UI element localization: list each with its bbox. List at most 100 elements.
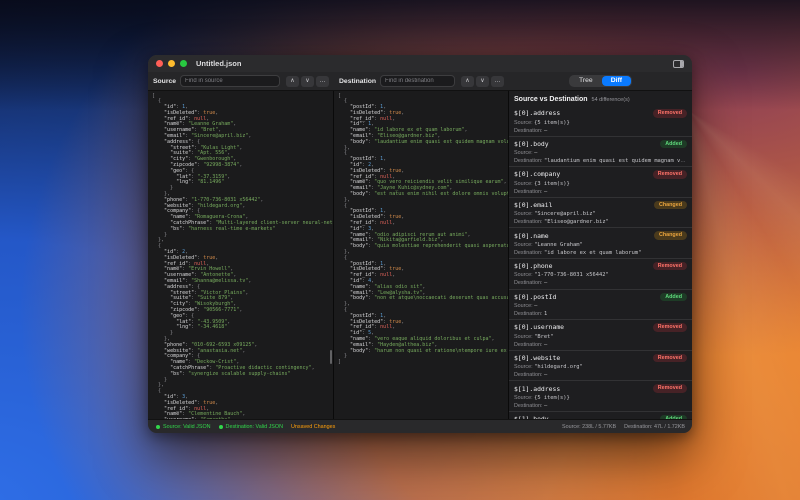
diff-row[interactable]: $[0].body AddedSource: — Destination: "lau… [509,137,692,168]
minimize-button[interactable] [168,60,175,67]
diff-source-line: Source: "Sincere@april.biz" [514,211,687,217]
diff-path: $[0].body [514,140,549,148]
diff-row[interactable]: $[0].addressRemovedSource: {5 item(s)}De… [509,106,692,137]
window-title: Untitled.json [196,59,241,68]
diff-row[interactable]: $[0].company Removed Source: {3 item(s)} De… [509,167,692,198]
diff-source-line: Source: — [514,303,687,309]
destination-editor[interactable]: [ { "postId": 1, "isDeleted": true, "ref… [334,91,509,419]
diff-destination-line: Destination: — [514,403,687,409]
source-valid-label: Source: Valid JSON [163,424,211,430]
diff-badge: Removed [653,384,687,393]
destination-find-prev-button[interactable]: ∧ [461,76,474,87]
code-line: "body": "est natus enim nihil est dolore… [338,192,508,198]
diff-destination-line: Destination: "Eliseo@gardner.biz" [514,219,687,225]
diff-source-line: Source: — [514,150,687,156]
diff-source-line: Source: "Leanne Graham" [514,242,687,248]
diff-count: 54 difference(s) [592,97,630,103]
diff-path: $[0].postId [514,293,556,301]
destination-find-options-button[interactable]: … [491,76,504,87]
destination-panel-label: Destination [339,78,376,85]
traffic-lights [156,60,187,67]
diff-row[interactable]: $[0].email ChangedSource: "Sincere@april.… [509,198,692,229]
toolbar: Source ∧ ∨ … Destination ∧ ∨ … Tree Diff [148,72,692,91]
diff-row[interactable]: $[0].websiteRemovedSource: "hildegard.or… [509,351,692,382]
diff-source-line: Source: {5 item(s)} [514,395,687,401]
diff-source-line: Source: "1-770-736-8031 x56442" [514,272,687,278]
unsaved-changes-label: Unsaved Changes [291,424,335,430]
diff-row[interactable]: $[0].username Removed Source: "Bret" Destin… [509,320,692,351]
status-bar: Source: Valid JSON Destination: Valid JS… [148,419,692,433]
diff-destination-line: Destination: — [514,372,687,378]
source-valid-status: Source: Valid JSON [156,424,211,430]
diff-row[interactable]: $[1].address Removed Source: {5 item(s)} De… [509,381,692,412]
source-panel-label: Source [153,78,176,85]
destination-valid-status: Destination: Valid JSON [219,424,283,430]
diff-path: $[0].address [514,109,560,117]
diff-header: Source vs Destination 54 difference(s) [509,91,692,106]
app-window: Untitled.json Source ∧ ∨ … Destination ∧… [148,55,692,433]
diff-title: Source vs Destination [514,96,588,103]
view-toggle: Tree Diff [569,75,632,87]
destination-find-input[interactable] [380,75,455,87]
code-line: "body": "non et atque\noccaecati deserun… [338,296,508,302]
destination-toolbar: Destination ∧ ∨ … [334,72,509,90]
code-line: "body": "quia molestiae reprehenderit qu… [338,244,508,250]
diff-destination-line: Destination: — [514,342,687,348]
zoom-button[interactable] [180,60,187,67]
diff-row[interactable]: $[1].bodyAddedSource: Destination: [509,412,692,419]
diff-badge: Added [660,140,687,149]
source-find-prev-button[interactable]: ∧ [286,76,299,87]
diff-path: $[0].email [514,201,552,209]
diff-path: $[0].phone [514,262,552,270]
destination-valid-dot-icon [219,425,223,429]
diff-list[interactable]: $[0].address Removed Source: {5 item(s)} De… [509,106,692,419]
diff-badge: Removed [653,354,687,363]
code-line: "username": "Samantha", [152,418,333,419]
diff-source-line: Source: "hildegard.org" [514,364,687,370]
tab-tree[interactable]: Tree [570,76,602,86]
source-scrollbar-thumb[interactable] [330,350,332,364]
diff-destination-line: Destination: — [514,280,687,286]
diff-path: $[0].company [514,170,560,178]
diff-source-line: Source: {3 item(s)} [514,181,687,187]
code-line: ] [338,360,508,366]
code-line: "body": "harum non quasi et ratione\ntem… [338,349,508,355]
destination-find-next-button[interactable]: ∨ [476,76,489,87]
diff-path: $[1].address [514,385,560,393]
source-editor[interactable]: [ { "id": 1, "isDeleted": true, "ref_id"… [148,91,334,419]
source-find-next-button[interactable]: ∨ [301,76,314,87]
diff-path: $[0].username [514,323,564,331]
diff-row[interactable]: $[0].postId AddedSource: — Destination: 1 [509,290,692,321]
sidebar-toggle-icon[interactable] [673,60,684,68]
diff-badge: Added [660,293,687,302]
source-find-options-button[interactable]: … [316,76,329,87]
source-find-input[interactable] [180,75,280,87]
diff-destination-line: Destination: "laudantium enim quasi est … [514,158,687,164]
diff-badge: Changed [654,201,687,210]
source-stats-label: Source: 238L / 5.77KB [562,424,616,430]
view-toggle-area: Tree Diff [509,72,692,90]
diff-path: $[0].name [514,232,549,240]
diff-destination-line: Destination: — [514,128,687,134]
diff-badge: Removed [653,262,687,271]
diff-badge: Removed [653,323,687,332]
diff-row[interactable]: $[0].name Changed Source: "Leanne Graham" D… [509,228,692,259]
document-stats: Source: 238L / 5.77KB Destination: 47L /… [562,424,692,430]
diff-row[interactable]: $[0].phone RemovedSource: "1-770-736-8031… [509,259,692,290]
diff-source-line: Source: "Bret" [514,334,687,340]
code-line: "body": "laudantium enim quasi est quide… [338,140,508,146]
diff-panel: Source vs Destination 54 difference(s) $… [509,91,692,419]
diff-destination-line: Destination: — [514,189,687,195]
close-button[interactable] [156,60,163,67]
diff-destination-line: Destination: 1 [514,311,687,317]
diff-badge: Changed [654,231,687,240]
title-bar: Untitled.json [148,55,692,72]
diff-badge: Removed [653,170,687,179]
diff-destination-line: Destination: "id labore ex et quam labor… [514,250,687,256]
diff-badge: Removed [653,109,687,118]
source-toolbar: Source ∧ ∨ … [148,72,334,90]
destination-stats-label: Destination: 47L / 1.72KB [624,424,685,430]
main-area: [ { "id": 1, "isDeleted": true, "ref_id"… [148,91,692,419]
tab-diff[interactable]: Diff [602,76,631,86]
destination-valid-label: Destination: Valid JSON [226,424,283,430]
